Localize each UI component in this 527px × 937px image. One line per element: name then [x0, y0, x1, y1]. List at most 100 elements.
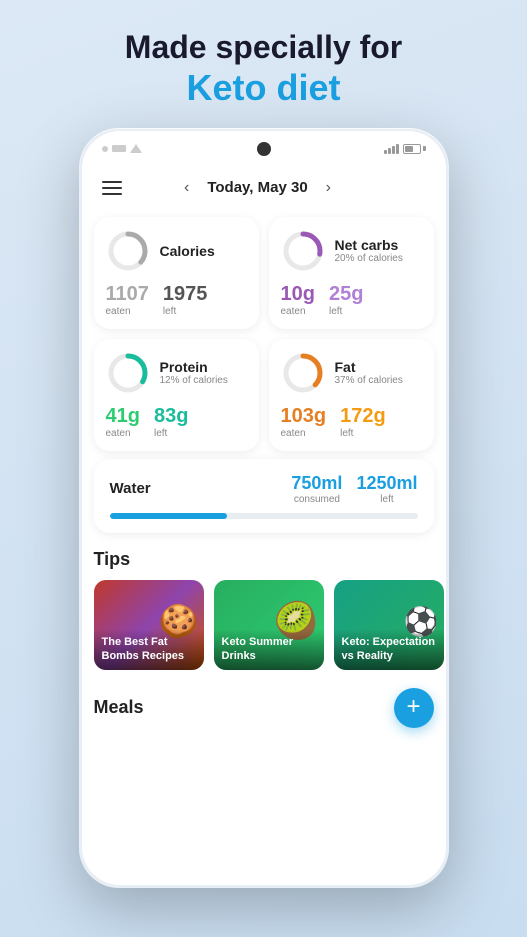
tip-card-1-overlay: The Best Fat Bombs Recipes	[94, 629, 204, 670]
fat-eaten-value: 103g	[281, 405, 327, 428]
tip-card-3-overlay: Keto: Expectation vs Reality	[334, 629, 444, 670]
protein-eaten-label: eaten	[106, 428, 140, 439]
hamburger-line-3	[102, 193, 122, 195]
fat-subtitle: 37% of calories	[335, 375, 403, 386]
signal-bar-3	[392, 146, 395, 154]
netcarbs-ring	[281, 229, 325, 273]
tips-section-title: Tips	[82, 543, 446, 580]
fat-card: Fat 37% of calories 103g eaten 172g left	[269, 339, 434, 451]
fat-card-header: Fat 37% of calories	[281, 351, 422, 395]
fat-eaten-label: eaten	[281, 428, 327, 439]
protein-left-group: 83g left	[154, 405, 188, 439]
water-values: 750ml consumed 1250ml left	[291, 473, 417, 505]
protein-eaten-group: 41g eaten	[106, 405, 140, 439]
netcarbs-eaten-group: 10g eaten	[281, 283, 315, 317]
nutrition-cards-grid: Calories 1107 eaten 1975 left	[82, 209, 446, 459]
water-card-top: Water 750ml consumed 1250ml left	[110, 473, 418, 505]
status-bar	[82, 131, 446, 167]
signal-bar-2	[388, 148, 391, 154]
netcarbs-values: 10g eaten 25g left	[281, 283, 422, 317]
water-card: Water 750ml consumed 1250ml left	[94, 459, 434, 533]
tip-card-2-label: Keto Summer Drinks	[222, 635, 316, 664]
app-header: Made specially for Keto diet	[105, 0, 422, 120]
water-left-label: left	[356, 494, 417, 505]
netcarbs-card: Net carbs 20% of calories 10g eaten 25g …	[269, 217, 434, 329]
tip-card-3[interactable]: Keto: Expectation vs Reality	[334, 580, 444, 670]
status-dot	[102, 146, 108, 152]
hamburger-line-2	[102, 187, 122, 189]
hamburger-menu[interactable]	[102, 181, 122, 195]
water-consumed-value: 750ml	[291, 473, 342, 493]
battery-fill	[405, 146, 413, 152]
calories-left-value: 1975	[163, 283, 208, 306]
calories-ring	[106, 229, 150, 273]
calories-eaten-label: eaten	[106, 306, 149, 317]
battery-tip	[423, 146, 426, 151]
netcarbs-left-label: left	[329, 306, 363, 317]
water-progress-bar	[110, 513, 418, 519]
water-title: Water	[110, 480, 151, 497]
tip-card-2[interactable]: Keto Summer Drinks	[214, 580, 324, 670]
calories-card-header: Calories	[106, 229, 247, 273]
add-meal-button[interactable]: +	[394, 688, 434, 728]
status-right	[384, 144, 426, 154]
water-consumed-group: 750ml consumed	[291, 473, 342, 505]
fat-eaten-group: 103g eaten	[281, 405, 327, 439]
netcarbs-left-group: 25g left	[329, 283, 363, 317]
calories-title: Calories	[160, 243, 215, 259]
fat-left-value: 172g	[340, 405, 386, 428]
calories-title-area: Calories	[160, 243, 215, 259]
protein-subtitle: 12% of calories	[160, 375, 228, 386]
date-nav: ‹ Today, May 30 ›	[178, 177, 337, 199]
header-line1: Made specially for	[125, 28, 402, 66]
phone-screen: ‹ Today, May 30 ›	[82, 131, 446, 885]
protein-values: 41g eaten 83g left	[106, 405, 247, 439]
protein-title: Protein	[160, 359, 228, 375]
battery-icon	[403, 144, 426, 154]
fat-values: 103g eaten 172g left	[281, 405, 422, 439]
add-icon: +	[406, 695, 420, 719]
fat-left-label: left	[340, 428, 386, 439]
fat-left-group: 172g left	[340, 405, 386, 439]
next-date-button[interactable]: ›	[320, 177, 337, 199]
date-label: Today, May 30	[207, 179, 307, 196]
calories-left-group: 1975 left	[163, 283, 208, 317]
water-consumed-label: consumed	[291, 494, 342, 505]
prev-date-button[interactable]: ‹	[178, 177, 195, 199]
water-left-group: 1250ml left	[356, 473, 417, 505]
calories-eaten-group: 1107 eaten	[106, 283, 149, 317]
calories-values: 1107 eaten 1975 left	[106, 283, 247, 317]
hamburger-line-1	[102, 181, 122, 183]
protein-ring	[106, 351, 150, 395]
protein-title-area: Protein 12% of calories	[160, 359, 228, 386]
fat-title: Fat	[335, 359, 403, 375]
tip-card-2-overlay: Keto Summer Drinks	[214, 629, 324, 670]
tip-card-1-label: The Best Fat Bombs Recipes	[102, 635, 196, 664]
camera-notch	[257, 142, 271, 156]
signal-bar-1	[384, 150, 387, 154]
fat-title-area: Fat 37% of calories	[335, 359, 403, 386]
meals-section-title: Meals	[94, 697, 144, 718]
status-left	[102, 144, 142, 153]
tip-card-1[interactable]: The Best Fat Bombs Recipes	[94, 580, 204, 670]
netcarbs-subtitle: 20% of calories	[335, 253, 403, 264]
app-content: ‹ Today, May 30 ›	[82, 167, 446, 885]
netcarbs-eaten-value: 10g	[281, 283, 315, 306]
netcarbs-card-header: Net carbs 20% of calories	[281, 229, 422, 273]
calories-left-label: left	[163, 306, 208, 317]
netcarbs-left-value: 25g	[329, 283, 363, 306]
nav-bar: ‹ Today, May 30 ›	[82, 167, 446, 209]
water-progress-fill	[110, 513, 227, 519]
calories-card: Calories 1107 eaten 1975 left	[94, 217, 259, 329]
protein-card-header: Protein 12% of calories	[106, 351, 247, 395]
tips-scroll: The Best Fat Bombs Recipes Keto Summer D…	[82, 580, 446, 682]
phone-frame: ‹ Today, May 30 ›	[79, 128, 449, 888]
netcarbs-eaten-label: eaten	[281, 306, 315, 317]
calories-eaten-value: 1107	[106, 283, 149, 306]
signal-bars	[384, 144, 399, 154]
protein-left-value: 83g	[154, 405, 188, 428]
battery-body	[403, 144, 421, 154]
fat-ring	[281, 351, 325, 395]
protein-eaten-value: 41g	[106, 405, 140, 428]
water-left-value: 1250ml	[356, 473, 417, 493]
